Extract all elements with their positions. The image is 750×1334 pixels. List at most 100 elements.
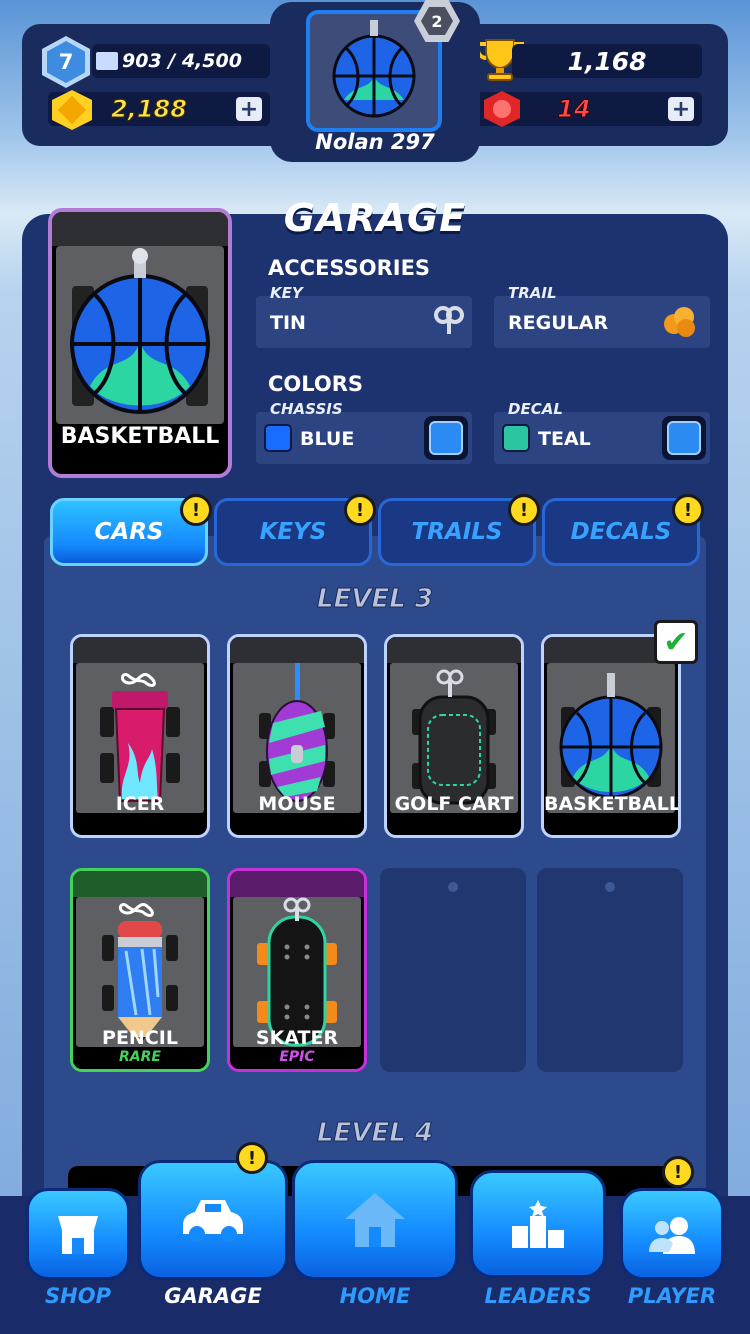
card-header-strip	[73, 637, 207, 663]
selected-car-name: BASKETBALL	[60, 424, 220, 449]
car-name: SKATER	[255, 1027, 339, 1049]
xp-fill	[96, 52, 118, 70]
car-name: PENCIL	[102, 1027, 178, 1049]
trail-caption: TRAIL	[508, 284, 557, 302]
nav-shop-label: SHOP	[45, 1284, 111, 1308]
car-rarity: RARE	[119, 1049, 161, 1065]
chassis-paint-button[interactable]	[424, 416, 468, 460]
leaderboard-icon	[512, 1200, 564, 1248]
rank-value: 2	[421, 7, 453, 35]
chassis-value: BLUE	[300, 428, 355, 450]
player-icon	[649, 1217, 695, 1254]
notification-badge: !	[236, 1142, 268, 1174]
car-name: GOLF CART	[394, 793, 514, 815]
level-4-heading: LEVEL 4	[317, 1118, 434, 1149]
car-card-icer[interactable]: ICER	[70, 634, 210, 838]
nav-leaders-button[interactable]	[470, 1170, 606, 1278]
nav-home-label: HOME	[339, 1284, 411, 1308]
nav-home-button[interactable]	[292, 1160, 458, 1280]
car-preview	[233, 663, 361, 813]
card-header-strip	[52, 212, 228, 246]
chassis-swatch	[264, 424, 292, 452]
empty-car-slot	[380, 868, 526, 1072]
colors-heading: COLORS	[268, 372, 364, 396]
card-header-strip	[230, 637, 364, 663]
card-header-strip	[387, 637, 521, 663]
car-name: MOUSE	[258, 793, 336, 815]
icer-car-icon	[100, 673, 180, 802]
add-gems-button[interactable]: +	[668, 97, 694, 122]
xp-bar: 903 / 4,500	[92, 44, 270, 78]
decal-paint-button[interactable]	[662, 416, 706, 460]
nav-player-label: PLAYER	[627, 1284, 717, 1308]
car-preview	[76, 897, 204, 1047]
paint-bucket-icon	[667, 421, 701, 455]
coins-value: 2,188	[111, 95, 188, 124]
car-preview	[547, 663, 675, 813]
key-field[interactable]: KEY TIN	[256, 284, 472, 348]
skateboard-car-icon	[257, 897, 337, 1047]
notification-badge: !	[672, 494, 704, 526]
tab-decals-label: DECALS	[570, 519, 672, 545]
nav-shop-button[interactable]	[26, 1188, 130, 1280]
decal-swatch	[502, 424, 530, 452]
selected-car-card: BASKETBALL	[48, 208, 232, 478]
nav-player-button[interactable]	[620, 1188, 724, 1280]
car-preview	[76, 663, 204, 813]
car-rarity: EPIC	[279, 1049, 315, 1065]
decal-field: DECAL TEAL	[494, 400, 710, 464]
basketball-car-icon	[559, 673, 663, 799]
player-avatar-frame[interactable]: Nolan 297 2	[270, 0, 480, 162]
nav-garage-label: GARAGE	[164, 1284, 262, 1308]
car-name: BASKETBALL	[544, 793, 681, 815]
car-preview	[390, 663, 518, 813]
trophy-value: 1,168	[567, 46, 647, 76]
selected-car-preview	[56, 246, 224, 424]
notification-badge: !	[662, 1156, 694, 1188]
gems-value: 14	[557, 95, 591, 124]
mouse-car-icon	[259, 663, 335, 802]
player-name: Nolan 297	[315, 130, 435, 154]
car-card-mouse[interactable]: MOUSE	[227, 634, 367, 838]
notification-badge: !	[180, 494, 212, 526]
home-icon	[345, 1193, 405, 1247]
paint-bucket-icon	[429, 421, 463, 455]
accessories-heading: ACCESSORIES	[268, 256, 431, 280]
decal-value: TEAL	[538, 428, 591, 450]
car-card-skater[interactable]: SKATER EPIC	[227, 868, 367, 1072]
card-header-strip	[230, 871, 364, 897]
car-preview	[233, 897, 361, 1047]
notification-badge: !	[344, 494, 376, 526]
decal-caption: DECAL	[508, 400, 563, 418]
pencil-car-icon	[102, 903, 178, 1045]
selected-check-icon: ✔	[654, 620, 698, 664]
empty-car-slot	[537, 868, 683, 1072]
smoke-trail-icon	[664, 307, 695, 337]
chassis-caption: CHASSIS	[270, 400, 343, 418]
tab-keys-label: KEYS	[259, 519, 327, 545]
wind-up-key-icon	[434, 306, 464, 334]
key-caption: KEY	[270, 284, 303, 302]
car-card-golf-cart[interactable]: GOLF CART	[384, 634, 524, 838]
car-card-basketball[interactable]: BASKETBALL	[541, 634, 681, 838]
tab-cars-label: CARS	[94, 519, 164, 545]
golf-cart-icon	[412, 669, 496, 805]
nav-leaders-label: LEADERS	[484, 1284, 592, 1308]
tab-trails-label: TRAILS	[411, 519, 503, 545]
car-icon	[183, 1200, 243, 1242]
chassis-field: CHASSIS BLUE	[256, 400, 472, 464]
key-value: TIN	[270, 312, 306, 334]
trophy-counter: 1,168	[512, 44, 702, 78]
basketball-car-icon	[332, 20, 416, 118]
car-card-pencil[interactable]: PENCIL RARE	[70, 868, 210, 1072]
nav-garage-button[interactable]	[138, 1160, 288, 1280]
shop-icon	[58, 1216, 98, 1254]
add-coins-button[interactable]: +	[236, 97, 262, 122]
level-3-heading: LEVEL 3	[317, 584, 434, 615]
xp-value: 903 / 4,500	[122, 50, 242, 72]
player-level: 7	[47, 41, 85, 83]
basketball-car-icon	[70, 248, 210, 414]
notification-badge: !	[508, 494, 540, 526]
card-header-strip	[73, 871, 207, 897]
trail-field[interactable]: TRAIL REGULAR	[494, 284, 710, 348]
